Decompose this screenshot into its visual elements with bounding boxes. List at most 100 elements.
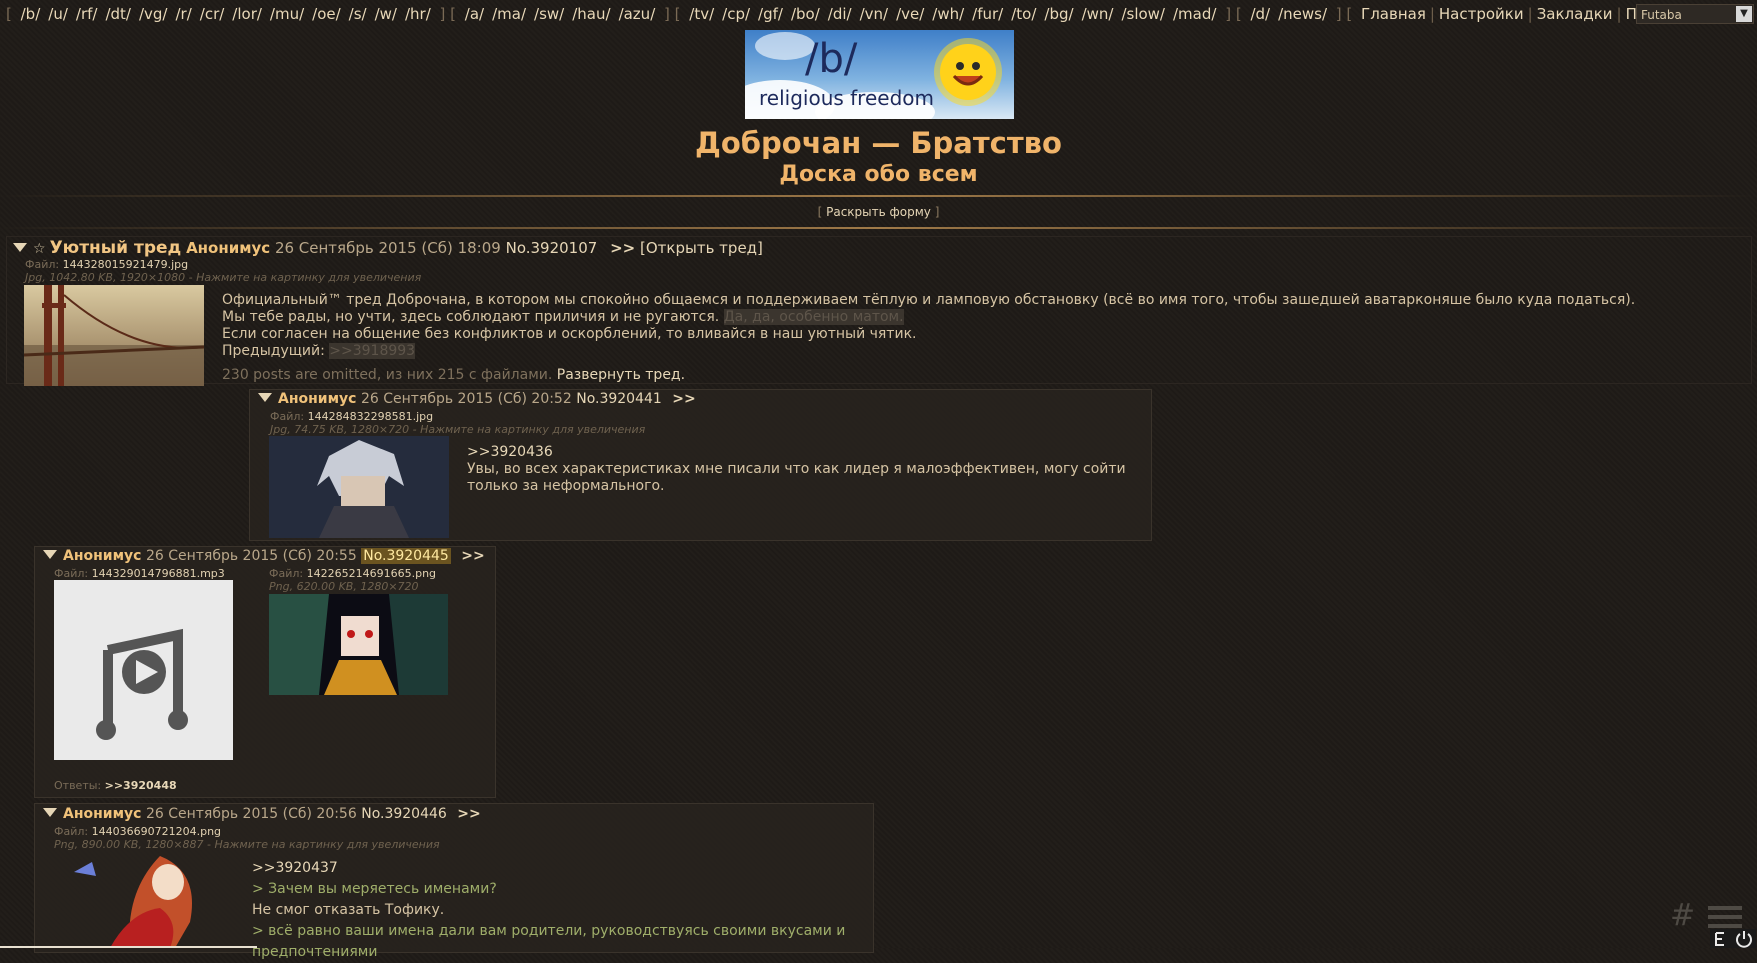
file-label: Файл: — [25, 258, 60, 271]
reply-post-header: Анонимус 26 Сентябрь 2015 (Сб) 20:55 No.… — [43, 548, 485, 564]
omitted-text: 230 posts are omitted, из них 215 с файл… — [222, 367, 553, 383]
nav-link[interactable]: /a/ — [465, 5, 484, 23]
nav-link[interactable]: /news/ — [1278, 5, 1327, 23]
nav-link[interactable]: /oe/ — [312, 5, 341, 23]
nav-bracket: [ — [674, 5, 686, 23]
nav-bracket: [ — [1235, 5, 1247, 23]
poster-name: Анонимус — [63, 548, 142, 564]
file-meta: Png, 890.00 KB, 1280×887 - Нажмите на ка… — [54, 838, 440, 851]
divider — [0, 227, 1757, 229]
style-select[interactable]: Futaba ▼ — [1636, 4, 1754, 24]
nav-link[interactable]: /vn/ — [860, 5, 889, 23]
audio-file-thumbnail[interactable] — [54, 580, 233, 760]
poster-name: Анонимус — [63, 806, 142, 822]
hash-icon[interactable]: # — [1670, 898, 1695, 933]
nav-link[interactable]: Закладки — [1537, 5, 1613, 23]
reply-reference-link[interactable]: >>3920437 — [252, 860, 338, 876]
nav-link[interactable]: /azu/ — [619, 5, 656, 23]
board-banner[interactable]: /b/ religious freedom — [745, 30, 1014, 119]
nav-link[interactable]: /to/ — [1011, 5, 1036, 23]
board-title: Доброчан — Братство — [695, 126, 1062, 160]
file-name-link[interactable]: 144328015921479.jpg — [63, 258, 189, 271]
post-number[interactable]: No.3920107 — [506, 239, 598, 257]
nav-link[interactable]: /wn/ — [1082, 5, 1114, 23]
reply-arrow-icon[interactable]: >> — [610, 239, 635, 257]
post-date: 26 Сентябрь 2015 (Сб) 20:56 — [145, 806, 357, 822]
nav-link[interactable]: /u/ — [48, 5, 68, 23]
nav-link[interactable]: /hr/ — [405, 5, 431, 23]
thread-subject: Уютный тред — [49, 238, 182, 258]
reply-file-info: Файл: 144284832298581.jpg Jpg, 74.75 KB,… — [270, 410, 645, 436]
file-meta: Jpg, 1042.80 KB, 1920×1080 - Нажмите на … — [25, 271, 422, 284]
reply-arrow-icon[interactable]: >> — [461, 548, 484, 564]
greentext-quote: предпочтениями — [252, 944, 378, 960]
star-icon[interactable]: ☆ — [33, 241, 46, 257]
nav-link[interactable]: /hau/ — [572, 5, 610, 23]
reply-arrow-icon[interactable]: >> — [672, 391, 695, 407]
collapse-triangle-icon[interactable] — [258, 393, 272, 402]
open-thread-link[interactable]: [Открыть тред] — [640, 239, 763, 257]
reply-arrow-icon[interactable]: >> — [457, 806, 480, 822]
chevron-down-icon[interactable]: ▼ — [1736, 6, 1752, 22]
bridge-image — [24, 285, 204, 386]
nav-link[interactable]: /b/ — [21, 5, 41, 23]
nav-link[interactable]: /d/ — [1250, 5, 1270, 23]
nav-link[interactable]: /w/ — [375, 5, 397, 23]
nav-link[interactable]: /ve/ — [896, 5, 924, 23]
nav-link[interactable]: /mad/ — [1173, 5, 1216, 23]
menu-icon[interactable] — [1708, 906, 1742, 928]
spoiler-text[interactable]: Да, да, особенно матом. — [723, 309, 904, 325]
collapse-triangle-icon[interactable] — [13, 243, 27, 252]
nav-link[interactable]: /sw/ — [534, 5, 564, 23]
nav-link[interactable]: /s/ — [349, 5, 367, 23]
nav-link[interactable]: /di/ — [828, 5, 852, 23]
nav-link[interactable]: /dt/ — [105, 5, 131, 23]
reply-thumbnail[interactable] — [269, 594, 448, 695]
power-icon[interactable] — [1710, 929, 1756, 948]
file-name-link[interactable]: 144036690721204.png — [92, 825, 221, 838]
spoiler-link[interactable]: >>3918993 — [329, 343, 416, 359]
reply-thumbnail[interactable] — [70, 852, 210, 948]
message-line: Мы тебе рады, но учти, здесь соблюдают п… — [222, 309, 1742, 326]
post-number[interactable]: No.3920446 — [361, 806, 447, 822]
reply-reference-link[interactable]: >>3920436 — [467, 444, 553, 460]
nav-link[interactable]: /ma/ — [492, 5, 526, 23]
nav-separator: | — [1527, 5, 1533, 23]
nav-bracket: [ — [450, 5, 461, 23]
anime-character-image — [74, 856, 192, 948]
collapse-triangle-icon[interactable] — [43, 550, 57, 559]
nav-link[interactable]: /gf/ — [758, 5, 783, 23]
message-line: Официальный™ тред Доброчана, в котором м… — [222, 292, 1636, 308]
nav-link[interactable]: /tv/ — [689, 5, 714, 23]
nav-link[interactable]: /bg/ — [1044, 5, 1073, 23]
file-name-link[interactable]: 142265214691665.png — [307, 567, 436, 580]
nav-link[interactable]: /rf/ — [76, 5, 98, 23]
file-name-link[interactable]: 144329014796881.mp3 — [92, 567, 225, 580]
answer-link[interactable]: >>3920448 — [105, 779, 177, 792]
nav-link[interactable]: /cr/ — [200, 5, 225, 23]
nav-link[interactable]: /mu/ — [270, 5, 304, 23]
nav-link[interactable]: /lor/ — [232, 5, 262, 23]
nav-link[interactable]: /r/ — [175, 5, 191, 23]
post-number[interactable]: No.3920441 — [576, 391, 662, 407]
nav-separator: | — [1616, 5, 1622, 23]
file-name-link[interactable]: 144284832298581.jpg — [308, 410, 434, 423]
nav-link[interactable]: /bo/ — [791, 5, 820, 23]
nav-link[interactable]: Настройки — [1439, 5, 1524, 23]
op-thumbnail[interactable] — [24, 285, 204, 386]
toggle-form-link[interactable]: Раскрыть форму — [826, 205, 931, 219]
nav-link[interactable]: /vg/ — [139, 5, 168, 23]
nav-link[interactable]: /fur/ — [972, 5, 1003, 23]
collapse-triangle-icon[interactable] — [43, 808, 57, 817]
nav-link[interactable]: /wh/ — [932, 5, 964, 23]
nav-link[interactable]: Главная — [1361, 5, 1426, 23]
banner-caption: religious freedom — [759, 86, 934, 110]
reply-thumbnail[interactable] — [269, 436, 449, 538]
nav-bracket: ] — [434, 5, 451, 23]
reply-post-header: Анонимус 26 Сентябрь 2015 (Сб) 20:56 No.… — [43, 806, 481, 822]
greentext-quote: > Зачем вы меряетесь именами? — [252, 881, 497, 897]
post-number[interactable]: No.3920445 — [361, 548, 451, 564]
expand-thread-link[interactable]: Развернуть тред. — [557, 367, 685, 383]
nav-link[interactable]: /slow/ — [1121, 5, 1165, 23]
nav-link[interactable]: /cp/ — [722, 5, 750, 23]
